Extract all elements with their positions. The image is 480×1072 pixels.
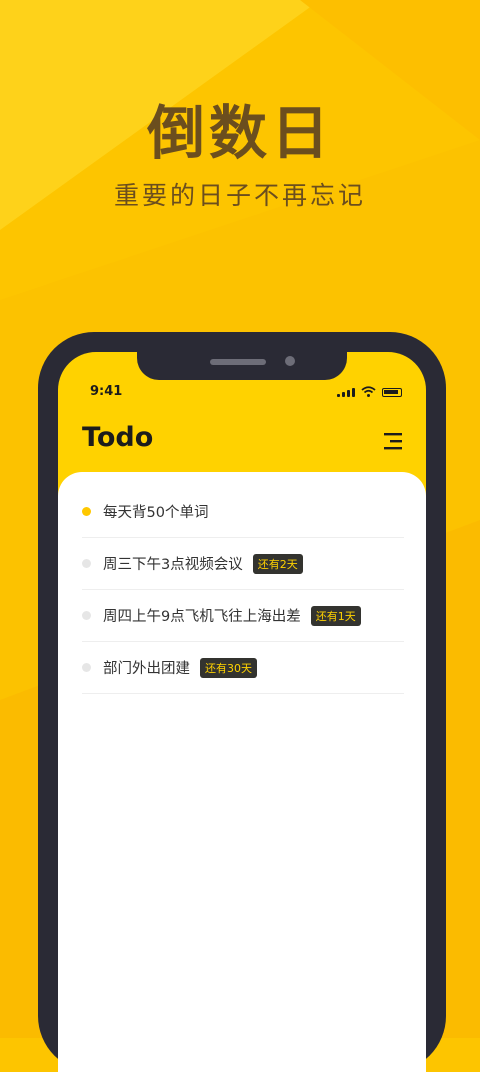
todo-text: 部门外出团建	[103, 661, 190, 677]
todo-list: 每天背50个单词 周三下午3点视频会议 还有2天 周四上午9点飞机飞往上海出差 …	[82, 486, 404, 694]
speaker-grille	[210, 359, 266, 365]
front-camera	[285, 356, 295, 366]
status-icons	[337, 386, 402, 397]
phone-screen: 9:41 Todo 每天背50个单词 周三下午3点视频会议 还有2天 周四上午9…	[58, 352, 426, 1072]
battery-icon	[382, 388, 402, 397]
status-time: 9:41	[90, 384, 123, 399]
phone-notch	[137, 352, 347, 380]
todo-text: 周三下午3点视频会议	[103, 557, 243, 573]
status-dot-icon	[82, 507, 91, 516]
todo-text: 每天背50个单词	[103, 505, 209, 521]
days-left-badge: 还有30天	[200, 657, 257, 678]
todo-item[interactable]: 周三下午3点视频会议 还有2天	[82, 538, 404, 590]
app-title: Todo	[82, 422, 154, 453]
todo-card: 每天背50个单词 周三下午3点视频会议 还有2天 周四上午9点飞机飞往上海出差 …	[58, 472, 426, 1072]
wifi-icon	[361, 386, 376, 397]
promo-subtitle: 重要的日子不再忘记	[113, 181, 366, 210]
cellular-signal-icon	[337, 388, 355, 397]
days-left-badge: 还有1天	[310, 605, 361, 626]
todo-item[interactable]: 周四上午9点飞机飞往上海出差 还有1天	[82, 590, 404, 642]
todo-text: 周四上午9点飞机飞往上海出差	[103, 609, 301, 625]
status-dot-icon	[82, 559, 91, 568]
todo-item[interactable]: 每天背50个单词	[82, 486, 404, 538]
promo-headline: 倒数日	[146, 99, 333, 167]
todo-item[interactable]: 部门外出团建 还有30天	[82, 642, 404, 694]
status-dot-icon	[82, 663, 91, 672]
phone-mockup: 9:41 Todo 每天背50个单词 周三下午3点视频会议 还有2天 周四上午9…	[38, 332, 446, 1072]
days-left-badge: 还有2天	[252, 553, 303, 574]
menu-lines-icon[interactable]	[382, 432, 404, 450]
status-dot-icon	[82, 611, 91, 620]
